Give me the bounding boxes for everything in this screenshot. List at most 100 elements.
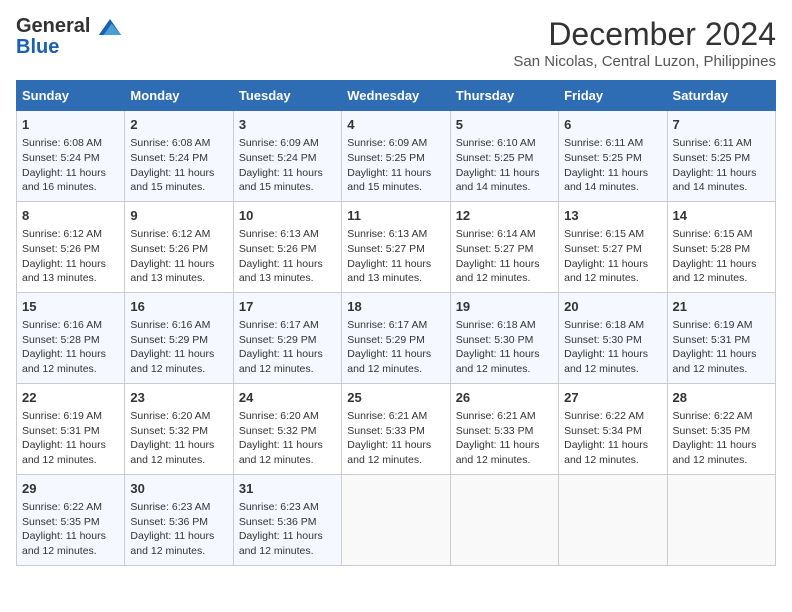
day-info-line: Sunrise: 6:09 AM bbox=[239, 136, 336, 151]
day-info-line: and 12 minutes. bbox=[22, 362, 119, 377]
calendar-cell: 20Sunrise: 6:18 AMSunset: 5:30 PMDayligh… bbox=[559, 292, 667, 383]
day-number: 22 bbox=[22, 389, 119, 407]
day-info-line: Sunrise: 6:16 AM bbox=[130, 318, 227, 333]
day-info-line: and 16 minutes. bbox=[22, 180, 119, 195]
day-info-line: Daylight: 11 hours bbox=[456, 347, 553, 362]
day-info-line: and 12 minutes. bbox=[456, 453, 553, 468]
location: San Nicolas, Central Luzon, Philippines bbox=[513, 53, 776, 70]
calendar-cell: 7Sunrise: 6:11 AMSunset: 5:25 PMDaylight… bbox=[667, 111, 775, 202]
day-info-line: Sunset: 5:30 PM bbox=[456, 333, 553, 348]
day-number: 8 bbox=[22, 207, 119, 225]
day-info-line: Sunrise: 6:17 AM bbox=[347, 318, 444, 333]
calendar-cell: 31Sunrise: 6:23 AMSunset: 5:36 PMDayligh… bbox=[233, 474, 341, 565]
day-header-tuesday: Tuesday bbox=[233, 81, 341, 111]
day-number: 21 bbox=[673, 298, 770, 316]
day-info-line: Sunset: 5:27 PM bbox=[347, 242, 444, 257]
day-number: 10 bbox=[239, 207, 336, 225]
day-info-line: Sunset: 5:29 PM bbox=[239, 333, 336, 348]
calendar-cell bbox=[667, 474, 775, 565]
day-info-line: and 12 minutes. bbox=[22, 544, 119, 559]
day-info-line: and 12 minutes. bbox=[130, 453, 227, 468]
day-info-line: Sunset: 5:32 PM bbox=[239, 424, 336, 439]
day-info-line: and 13 minutes. bbox=[130, 271, 227, 286]
day-info-line: Sunset: 5:30 PM bbox=[564, 333, 661, 348]
day-info-line: Sunrise: 6:13 AM bbox=[347, 227, 444, 242]
calendar-week-1: 1Sunrise: 6:08 AMSunset: 5:24 PMDaylight… bbox=[17, 111, 776, 202]
day-info-line: Sunset: 5:34 PM bbox=[564, 424, 661, 439]
calendar-cell bbox=[342, 474, 450, 565]
day-info-line: Sunrise: 6:11 AM bbox=[564, 136, 661, 151]
day-info-line: Sunrise: 6:16 AM bbox=[22, 318, 119, 333]
calendar-week-3: 15Sunrise: 6:16 AMSunset: 5:28 PMDayligh… bbox=[17, 292, 776, 383]
day-number: 7 bbox=[673, 116, 770, 134]
day-info-line: Daylight: 11 hours bbox=[239, 438, 336, 453]
calendar-cell: 1Sunrise: 6:08 AMSunset: 5:24 PMDaylight… bbox=[17, 111, 125, 202]
day-info-line: Sunset: 5:27 PM bbox=[456, 242, 553, 257]
day-info-line: Sunset: 5:24 PM bbox=[22, 151, 119, 166]
day-info-line: Daylight: 11 hours bbox=[347, 257, 444, 272]
calendar-week-2: 8Sunrise: 6:12 AMSunset: 5:26 PMDaylight… bbox=[17, 201, 776, 292]
day-info-line: Daylight: 11 hours bbox=[239, 257, 336, 272]
calendar-cell: 5Sunrise: 6:10 AMSunset: 5:25 PMDaylight… bbox=[450, 111, 558, 202]
day-info-line: Sunrise: 6:10 AM bbox=[456, 136, 553, 151]
day-info-line: Daylight: 11 hours bbox=[130, 438, 227, 453]
calendar-cell: 10Sunrise: 6:13 AMSunset: 5:26 PMDayligh… bbox=[233, 201, 341, 292]
header-row: SundayMondayTuesdayWednesdayThursdayFrid… bbox=[17, 81, 776, 111]
day-info-line: Sunrise: 6:08 AM bbox=[130, 136, 227, 151]
calendar-cell: 8Sunrise: 6:12 AMSunset: 5:26 PMDaylight… bbox=[17, 201, 125, 292]
day-number: 5 bbox=[456, 116, 553, 134]
day-info-line: Sunset: 5:28 PM bbox=[22, 333, 119, 348]
day-number: 25 bbox=[347, 389, 444, 407]
day-info-line: Sunrise: 6:12 AM bbox=[130, 227, 227, 242]
day-info-line: Sunrise: 6:20 AM bbox=[239, 409, 336, 424]
day-info-line: and 12 minutes. bbox=[564, 453, 661, 468]
day-info-line: Daylight: 11 hours bbox=[347, 438, 444, 453]
calendar-cell: 18Sunrise: 6:17 AMSunset: 5:29 PMDayligh… bbox=[342, 292, 450, 383]
day-info-line: Daylight: 11 hours bbox=[22, 257, 119, 272]
day-info-line: Sunrise: 6:18 AM bbox=[456, 318, 553, 333]
day-info-line: Daylight: 11 hours bbox=[347, 166, 444, 181]
day-info-line: Sunrise: 6:18 AM bbox=[564, 318, 661, 333]
day-info-line: Sunset: 5:33 PM bbox=[456, 424, 553, 439]
calendar-cell: 14Sunrise: 6:15 AMSunset: 5:28 PMDayligh… bbox=[667, 201, 775, 292]
day-info-line: and 15 minutes. bbox=[239, 180, 336, 195]
day-number: 20 bbox=[564, 298, 661, 316]
day-number: 31 bbox=[239, 480, 336, 498]
day-info-line: and 14 minutes. bbox=[564, 180, 661, 195]
day-info-line: Sunrise: 6:12 AM bbox=[22, 227, 119, 242]
calendar-cell: 23Sunrise: 6:20 AMSunset: 5:32 PMDayligh… bbox=[125, 383, 233, 474]
calendar-cell: 4Sunrise: 6:09 AMSunset: 5:25 PMDaylight… bbox=[342, 111, 450, 202]
day-number: 12 bbox=[456, 207, 553, 225]
day-info-line: Sunrise: 6:19 AM bbox=[22, 409, 119, 424]
day-number: 27 bbox=[564, 389, 661, 407]
day-info-line: Sunset: 5:35 PM bbox=[22, 515, 119, 530]
day-info-line: Sunset: 5:31 PM bbox=[673, 333, 770, 348]
calendar-week-5: 29Sunrise: 6:22 AMSunset: 5:35 PMDayligh… bbox=[17, 474, 776, 565]
day-info-line: and 12 minutes. bbox=[347, 362, 444, 377]
day-info-line: Sunrise: 6:08 AM bbox=[22, 136, 119, 151]
day-info-line: Sunset: 5:35 PM bbox=[673, 424, 770, 439]
header: General Blue December 2024 San Nicolas, … bbox=[16, 16, 776, 70]
calendar-cell: 24Sunrise: 6:20 AMSunset: 5:32 PMDayligh… bbox=[233, 383, 341, 474]
day-number: 2 bbox=[130, 116, 227, 134]
logo: General Blue bbox=[16, 16, 122, 59]
calendar-cell bbox=[450, 474, 558, 565]
day-info-line: and 12 minutes. bbox=[673, 271, 770, 286]
calendar-cell: 21Sunrise: 6:19 AMSunset: 5:31 PMDayligh… bbox=[667, 292, 775, 383]
day-info-line: Daylight: 11 hours bbox=[673, 438, 770, 453]
day-info-line: and 14 minutes. bbox=[673, 180, 770, 195]
calendar-cell: 29Sunrise: 6:22 AMSunset: 5:35 PMDayligh… bbox=[17, 474, 125, 565]
day-info-line: Sunrise: 6:09 AM bbox=[347, 136, 444, 151]
day-info-line: Daylight: 11 hours bbox=[130, 347, 227, 362]
calendar-cell: 2Sunrise: 6:08 AMSunset: 5:24 PMDaylight… bbox=[125, 111, 233, 202]
day-info-line: Sunrise: 6:21 AM bbox=[456, 409, 553, 424]
day-info-line: Sunrise: 6:22 AM bbox=[22, 500, 119, 515]
day-info-line: and 14 minutes. bbox=[456, 180, 553, 195]
day-info-line: Sunrise: 6:22 AM bbox=[564, 409, 661, 424]
day-info-line: Sunrise: 6:11 AM bbox=[673, 136, 770, 151]
day-number: 14 bbox=[673, 207, 770, 225]
day-info-line: Sunset: 5:36 PM bbox=[239, 515, 336, 530]
day-info-line: Sunset: 5:25 PM bbox=[347, 151, 444, 166]
day-info-line: Sunset: 5:27 PM bbox=[564, 242, 661, 257]
month-title: December 2024 bbox=[513, 16, 776, 53]
